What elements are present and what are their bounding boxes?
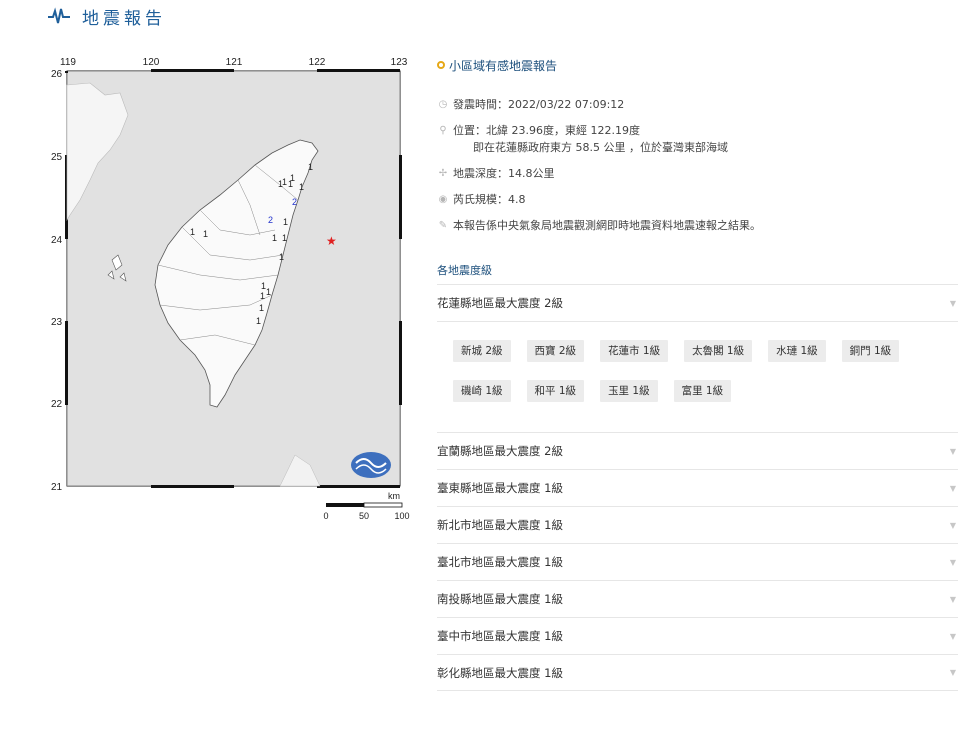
intensity-label: 1 xyxy=(203,229,208,239)
intensity-label: 1 xyxy=(278,179,283,189)
location: 位置：北緯 23.96度，東經 122.19度 xyxy=(453,124,640,137)
left-tick: 24 xyxy=(51,235,63,246)
intensity-label: 1 xyxy=(279,252,284,262)
page-header: 地震報告 xyxy=(48,4,166,29)
intensity-section-title: 各地震度級 xyxy=(437,264,492,277)
top-tick: 122 xyxy=(309,57,326,68)
top-tick: 121 xyxy=(226,57,243,68)
region-row-new-taipei[interactable]: 新北市地區最大震度 1級 ▼ xyxy=(437,506,958,543)
location-detail: 即在花蓮縣政府東方 58.5 公里 ，位於臺灣東部海域 xyxy=(473,141,728,154)
svg-text:0: 0 xyxy=(323,511,328,521)
town-badge: 新城 2級 xyxy=(453,340,511,362)
pulse-icon xyxy=(48,6,70,23)
report-info: ◷ 發震時間：2022/03/22 07:09:12 ⚲ 位置：北緯 23.96… xyxy=(437,96,958,234)
left-tick: 25 xyxy=(51,152,63,163)
region-row-hualien[interactable]: 花蓮縣地區最大震度 2級 ▼ xyxy=(437,284,958,321)
origin-time: 發震時間：2022/03/22 07:09:12 xyxy=(453,98,625,111)
intensity-label: 1 xyxy=(272,233,277,243)
region-row-taichung[interactable]: 臺中市地區最大震度 1級 ▼ xyxy=(437,617,958,654)
page-title: 地震報告 xyxy=(82,9,166,29)
magnitude: 芮氏規模：4.8 xyxy=(453,193,526,206)
intensity-label: 1 xyxy=(266,287,271,297)
intensity-label: 1 xyxy=(259,303,264,313)
town-badge: 和平 1級 xyxy=(526,380,585,402)
town-badge: 太魯閣 1級 xyxy=(684,340,753,362)
earthquake-map: 119 120 121 122 123 26 25 24 23 22 21 1 … xyxy=(50,55,412,525)
region-row-taipei[interactable]: 臺北市地區最大震度 1級 ▼ xyxy=(437,543,958,580)
town-badge: 水璉 1級 xyxy=(768,340,826,362)
svg-text:50: 50 xyxy=(359,511,369,521)
intensity-label-level2: 2 xyxy=(292,197,297,207)
left-tick: 22 xyxy=(51,399,63,410)
chevron-down-icon: ▼ xyxy=(949,446,956,456)
magnitude-icon: ◉ xyxy=(438,194,448,205)
chevron-down-icon: ▼ xyxy=(949,668,956,677)
top-tick: 123 xyxy=(391,57,408,68)
left-tick: 26 xyxy=(51,69,63,80)
left-tick: 23 xyxy=(51,317,63,328)
depth: 地震深度：14.8公里 xyxy=(453,167,555,180)
intensity-label: 1 xyxy=(308,162,313,172)
epicenter-star-icon: ★ xyxy=(326,234,337,248)
top-tick: 120 xyxy=(143,57,160,68)
cwb-logo xyxy=(351,452,391,478)
svg-text:km: km xyxy=(388,491,400,501)
region-row-changhua[interactable]: 彰化縣地區最大震度 1級 ▼ xyxy=(437,654,958,691)
intensity-label: 1 xyxy=(288,179,293,189)
town-badge: 富里 1級 xyxy=(673,380,732,402)
intensity-label: 1 xyxy=(256,316,261,326)
chevron-down-icon: ▼ xyxy=(949,298,956,308)
left-tick: 21 xyxy=(51,482,63,493)
intensity-label: 1 xyxy=(299,182,304,192)
svg-text:100: 100 xyxy=(394,511,409,521)
report-note: 本報告係中央氣象局地震觀測網即時地震資料地震速報之結果。 xyxy=(453,219,761,232)
chevron-down-icon: ▼ xyxy=(949,631,956,641)
chevron-down-icon: ▼ xyxy=(949,483,956,493)
ring-icon xyxy=(437,61,445,69)
top-tick: 119 xyxy=(60,57,76,68)
scale-bar: km 0 50 100 xyxy=(323,491,409,521)
region-row-yilan[interactable]: 宜蘭縣地區最大震度 2級 ▼ xyxy=(437,432,958,469)
report-panel: 小區域有感地震報告 ◷ 發震時間：2022/03/22 07:09:12 ⚲ 位… xyxy=(437,56,958,691)
intensity-label-level2: 2 xyxy=(268,215,273,225)
chevron-down-icon: ▼ xyxy=(949,557,956,567)
clock-icon: ◷ xyxy=(438,99,448,110)
town-badge: 花蓮市 1級 xyxy=(600,340,669,362)
chevron-down-icon: ▼ xyxy=(949,594,956,604)
intensity-label: 1 xyxy=(283,217,288,227)
intensity-label: 1 xyxy=(260,291,265,301)
location-pin-icon: ⚲ xyxy=(439,125,447,136)
town-badge: 玉里 1級 xyxy=(600,380,658,402)
depth-icon: ✢ xyxy=(438,168,448,179)
region-row-taitung[interactable]: 臺東縣地區最大震度 1級 ▼ xyxy=(437,469,958,506)
pen-icon: ✎ xyxy=(438,220,448,231)
report-title: 小區域有感地震報告 xyxy=(437,56,958,74)
chevron-down-icon: ▼ xyxy=(949,520,956,530)
town-badge: 銅門 1級 xyxy=(841,340,900,362)
intensity-label: 1 xyxy=(190,227,195,237)
town-badge: 西寶 2級 xyxy=(526,340,585,362)
intensity-label: 1 xyxy=(282,233,287,243)
region-row-nantou[interactable]: 南投縣地區最大震度 1級 ▼ xyxy=(437,580,958,617)
town-list-hualien: 新城 2級 西寶 2級 花蓮市 1級 太魯閣 1級 水璉 1級 銅門 1級 磯崎… xyxy=(437,321,958,432)
town-badge: 磯崎 1級 xyxy=(453,380,511,402)
